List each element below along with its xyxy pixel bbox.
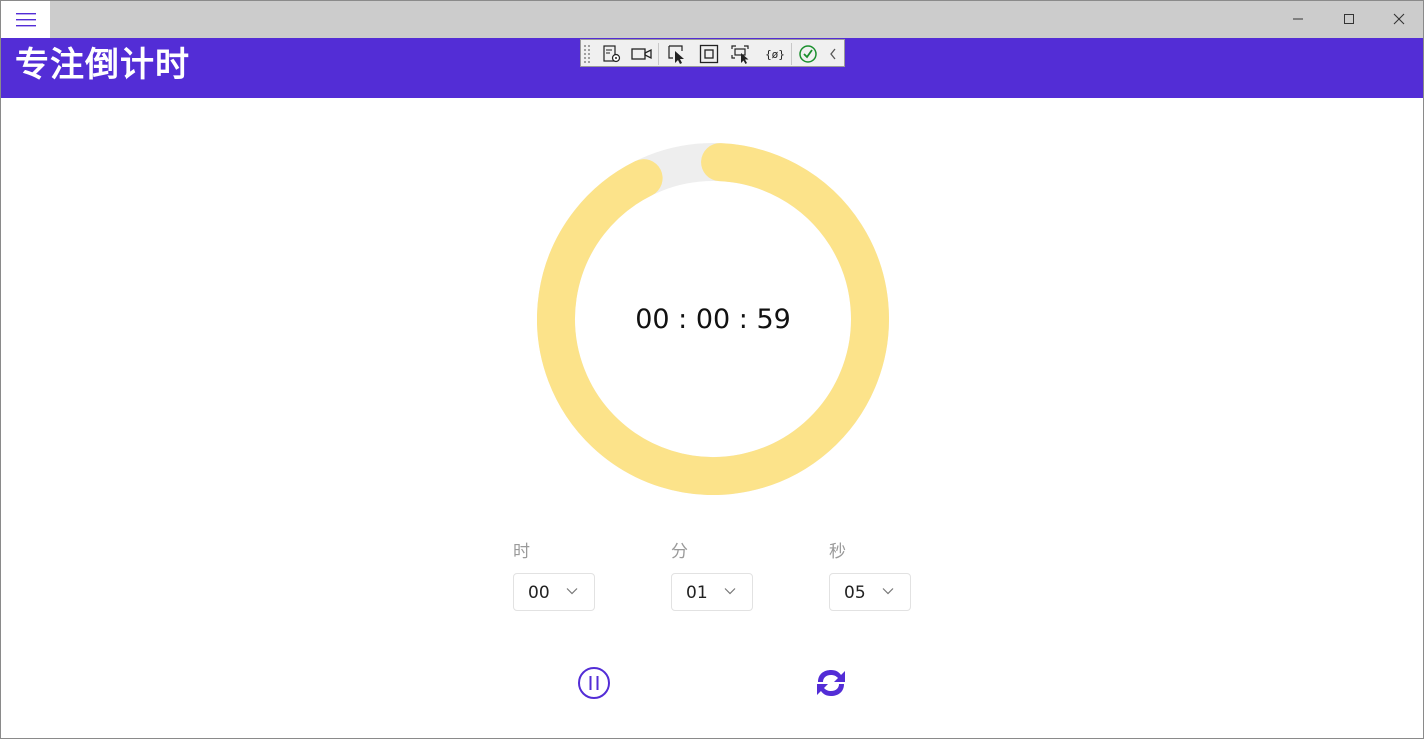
binding-failures-button[interactable]: {ø} [763, 42, 787, 66]
collapse-icon [830, 48, 836, 60]
display-layout-adorners-button[interactable] [697, 42, 721, 66]
svg-text:{ø}: {ø} [765, 48, 785, 61]
binding-failures-icon: {ø} [765, 48, 785, 61]
chevron-down-icon [724, 588, 736, 595]
select-element-button[interactable] [665, 42, 689, 66]
track-focused-element-icon [731, 45, 749, 64]
live-visual-tree-icon [603, 45, 621, 63]
minimize-icon [1293, 18, 1303, 20]
app-window: 专注倒计时 {ø} 00: 00: 59 时 00 分 01 秒 05 [0, 0, 1424, 739]
app-title: 专注倒计时 [15, 45, 190, 85]
countdown-display: 00 : 00 : 59 [635, 304, 791, 335]
hour-label: 时 [513, 542, 530, 562]
track-focused-element-button[interactable] [729, 42, 753, 66]
hamburger-menu-button[interactable] [1, 1, 50, 38]
second-picker[interactable]: 05 [829, 573, 911, 611]
hour-picker-value: 00 [528, 583, 550, 603]
minute-label: 分 [671, 542, 688, 562]
display-layout-adorners-icon [699, 44, 719, 64]
hot-reload-status-button[interactable] [796, 42, 820, 66]
pause-icon [578, 667, 610, 699]
minute-picker[interactable]: 01 [671, 573, 753, 611]
close-icon [1393, 13, 1405, 25]
close-button[interactable] [1374, 1, 1424, 37]
toolbar-grip[interactable] [583, 44, 591, 64]
hamburger-icon [15, 12, 36, 26]
maximize-button[interactable] [1324, 1, 1374, 37]
live-visual-tree-button[interactable] [600, 42, 624, 66]
collapse-toolbar-button[interactable] [824, 42, 842, 66]
record-icon [631, 48, 652, 60]
debug-toolbar: {ø} [580, 39, 845, 67]
pause-button[interactable] [574, 663, 614, 703]
title-bar [1, 1, 1423, 38]
refresh-icon [817, 670, 845, 696]
reset-button[interactable] [811, 663, 851, 703]
select-element-icon [668, 45, 684, 64]
second-label: 秒 [829, 542, 846, 562]
record-button[interactable] [630, 42, 654, 66]
maximize-icon [1344, 14, 1354, 24]
hour-picker[interactable]: 00 [513, 573, 595, 611]
minute-picker-value: 01 [686, 583, 708, 603]
hot-reload-ok-icon [799, 45, 817, 63]
chevron-down-icon [566, 588, 578, 595]
second-picker-value: 05 [844, 583, 866, 603]
minimize-button[interactable] [1273, 1, 1323, 37]
chevron-down-icon [882, 588, 894, 595]
